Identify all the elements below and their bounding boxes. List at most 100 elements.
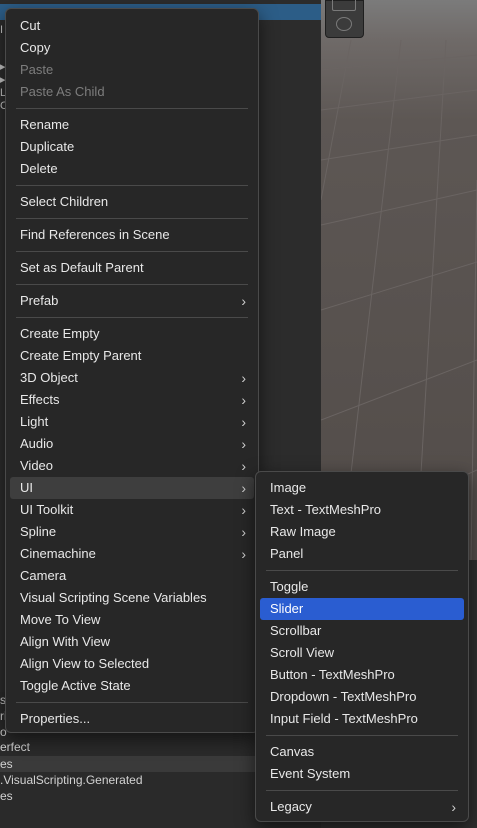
menu-item-label: Set as Default Parent [20,260,144,275]
menu-item-label: Slider [270,601,304,616]
menu-item-label: Camera [20,568,67,583]
menu-separator [16,185,248,186]
menu-item-label: Audio [20,436,54,451]
menu-item-paste: Paste [10,59,254,81]
chevron-right-icon: › [451,799,456,815]
menu-item-label: Scroll View [270,645,335,660]
menu-item-light[interactable]: Light › [10,411,254,433]
chevron-right-icon: › [241,480,246,496]
submenu-item-panel[interactable]: Panel [260,543,464,565]
menu-item-toggle-active-state[interactable]: Toggle Active State [10,675,254,697]
menu-item-label: Scrollbar [270,623,322,638]
menu-item-label: Find References in Scene [20,227,170,242]
menu-item-cinemachine[interactable]: Cinemachine › [10,543,254,565]
chevron-right-icon: › [241,546,246,562]
menu-item-align-with-view[interactable]: Align With View [10,631,254,653]
chevron-right-icon: › [241,370,246,386]
submenu-item-raw-image[interactable]: Raw Image [260,521,464,543]
chevron-right-icon: › [241,414,246,430]
menu-item-label: Light [20,414,49,429]
menu-item-label: Delete [20,161,58,176]
submenu-item-event-system[interactable]: Event System [260,763,464,785]
hierarchy-row[interactable]: es [0,788,13,804]
menu-item-rename[interactable]: Rename [10,114,254,136]
menu-item-move-to-view[interactable]: Move To View [10,609,254,631]
menu-separator [16,251,248,252]
menu-separator [266,735,458,736]
menu-item-label: Align With View [20,634,111,649]
hierarchy-context-menu: Cut Copy Paste Paste As Child Rename Dup… [5,8,259,733]
menu-item-align-view-to-selected[interactable]: Align View to Selected [10,653,254,675]
submenu-item-dropdown-textmeshpro[interactable]: Dropdown - TextMeshPro [260,686,464,708]
menu-item-label: Input Field - TextMeshPro [270,711,418,726]
menu-item-label: Cinemachine [20,546,96,561]
chevron-right-icon: › [241,502,246,518]
menu-item-label: Move To View [20,612,101,627]
submenu-item-toggle[interactable]: Toggle [260,576,464,598]
submenu-item-slider[interactable]: Slider [260,598,464,620]
hierarchy-row[interactable]: erfect [0,739,30,755]
menu-item-label: Toggle Active State [20,678,131,693]
menu-item-cut[interactable]: Cut [10,15,254,37]
submenu-item-scrollbar[interactable]: Scrollbar [260,620,464,642]
menu-item-label: Paste As Child [20,84,105,99]
menu-item-ui[interactable]: UI › [10,477,254,499]
chevron-right-icon: › [241,293,246,309]
submenu-item-legacy[interactable]: Legacy › [260,796,464,818]
chevron-right-icon: › [241,524,246,540]
menu-item-set-default-parent[interactable]: Set as Default Parent [10,257,254,279]
menu-separator [266,570,458,571]
menu-item-create-empty[interactable]: Create Empty [10,323,254,345]
menu-item-label: Effects [20,392,60,407]
submenu-item-canvas[interactable]: Canvas [260,741,464,763]
menu-item-properties[interactable]: Properties... [10,708,254,730]
menu-item-camera[interactable]: Camera [10,565,254,587]
menu-item-ui-toolkit[interactable]: UI Toolkit › [10,499,254,521]
rect-tool-icon[interactable] [332,0,356,11]
menu-item-label: UI [20,480,33,495]
menu-separator [266,790,458,791]
submenu-item-text-textmeshpro[interactable]: Text - TextMeshPro [260,499,464,521]
menu-item-label: Create Empty [20,326,100,341]
submenu-item-scroll-view[interactable]: Scroll View [260,642,464,664]
menu-item-label: Select Children [20,194,109,209]
menu-separator [16,317,248,318]
menu-item-visual-scripting-scene-variables[interactable]: Visual Scripting Scene Variables [10,587,254,609]
menu-item-3d-object[interactable]: 3D Object › [10,367,254,389]
menu-item-delete[interactable]: Delete [10,158,254,180]
menu-item-spline[interactable]: Spline › [10,521,254,543]
menu-item-label: Align View to Selected [20,656,150,671]
menu-item-video[interactable]: Video › [10,455,254,477]
menu-item-select-children[interactable]: Select Children [10,191,254,213]
menu-item-copy[interactable]: Copy [10,37,254,59]
chevron-right-icon: › [241,392,246,408]
menu-item-prefab[interactable]: Prefab › [10,290,254,312]
menu-item-label: Prefab [20,293,59,308]
menu-item-effects[interactable]: Effects › [10,389,254,411]
submenu-item-button-textmeshpro[interactable]: Button - TextMeshPro [260,664,464,686]
menu-item-find-references[interactable]: Find References in Scene [10,224,254,246]
menu-item-label: Create Empty Parent [20,348,142,363]
menu-item-label: Event System [270,766,351,781]
menu-separator [16,218,248,219]
menu-item-label: Copy [20,40,51,55]
menu-item-label: UI Toolkit [20,502,74,517]
menu-item-label: Rename [20,117,70,132]
menu-item-paste-as-child: Paste As Child [10,81,254,103]
hierarchy-row[interactable]: es [0,756,13,772]
menu-item-duplicate[interactable]: Duplicate [10,136,254,158]
menu-item-label: Dropdown - TextMeshPro [270,689,417,704]
menu-separator [16,284,248,285]
transform-tool-icon[interactable] [336,17,352,31]
menu-item-label: Cut [20,18,41,33]
menu-item-label: Visual Scripting Scene Variables [20,590,207,605]
submenu-item-image[interactable]: Image [260,477,464,499]
menu-item-label: Video [20,458,54,473]
menu-item-label: Spline [20,524,57,539]
hierarchy-row[interactable]: .VisualScripting.Generated [0,772,143,788]
submenu-item-input-field-textmeshpro[interactable]: Input Field - TextMeshPro [260,708,464,730]
menu-item-label: Text - TextMeshPro [270,502,382,517]
menu-item-audio[interactable]: Audio › [10,433,254,455]
menu-item-label: Panel [270,546,304,561]
menu-item-create-empty-parent[interactable]: Create Empty Parent [10,345,254,367]
